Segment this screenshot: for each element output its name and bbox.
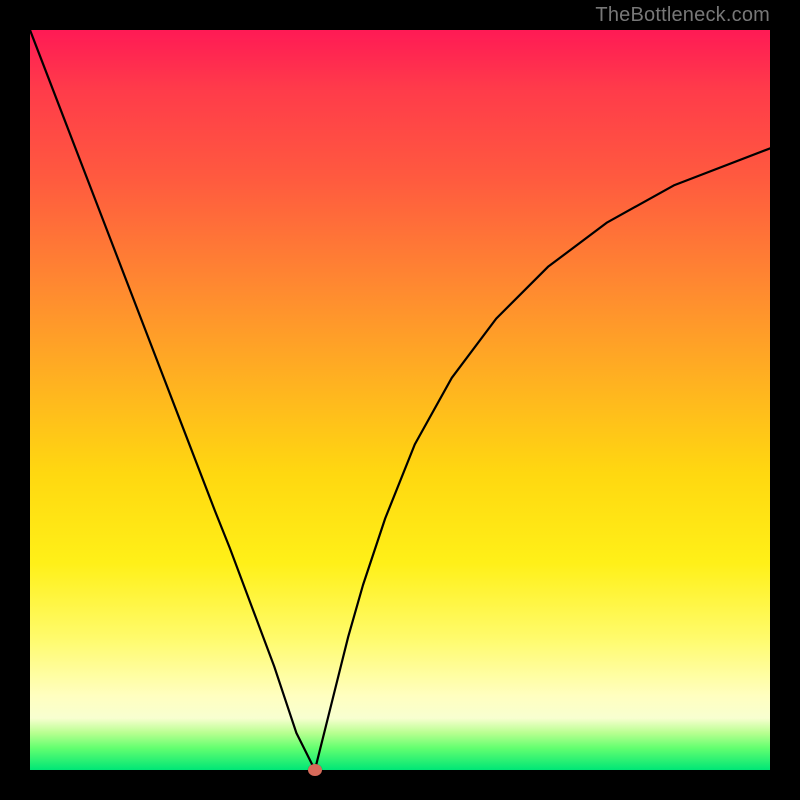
- chart-frame: TheBottleneck.com: [0, 0, 800, 800]
- watermark-text: TheBottleneck.com: [595, 4, 770, 27]
- heat-gradient-background: [30, 30, 770, 770]
- optimum-marker: [308, 764, 322, 776]
